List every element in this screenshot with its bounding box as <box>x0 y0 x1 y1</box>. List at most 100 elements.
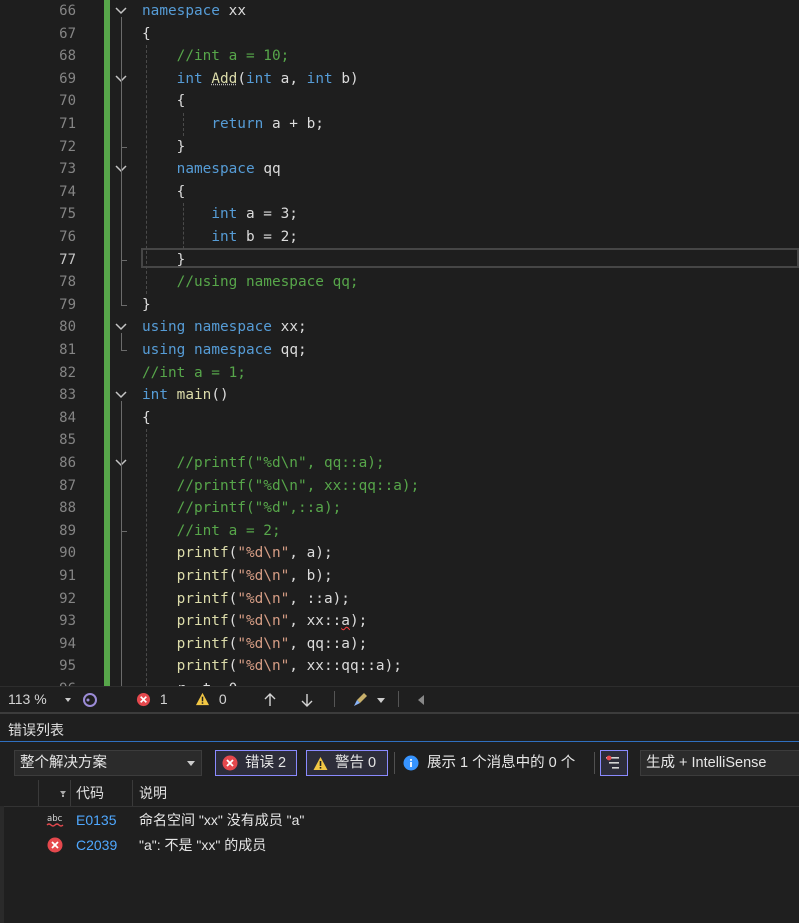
fold-region-end <box>121 304 127 306</box>
code-line[interactable]: 81 using namespace qq; <box>0 339 799 362</box>
error-count: 1 <box>159 691 168 707</box>
error-description: "a": 不是 "xx" 的成员 <box>139 837 267 853</box>
line-number: 70 <box>59 93 76 110</box>
build-source-dropdown[interactable]: 生成 + IntelliSense <box>640 750 799 776</box>
messages-filter-button[interactable]: 展示 1 个消息中的 0 个 <box>400 750 588 776</box>
code-text: //int a = 2; <box>176 522 281 539</box>
code-line[interactable]: 80 using namespace xx; <box>0 316 799 339</box>
code-text: //printf("%d\n", xx::qq::a); <box>176 477 420 494</box>
warnings-filter-button[interactable]: 警告 0 <box>306 750 388 776</box>
scroll-left-icon[interactable] <box>418 687 424 711</box>
code-line[interactable]: 83 int main() <box>0 384 799 407</box>
warnings-filter-label: 警告 0 <box>335 755 377 771</box>
code-text: namespace xx <box>142 3 246 19</box>
error-code[interactable]: C2039 <box>76 833 117 858</box>
error-table-header: 代码 说明 <box>0 780 799 807</box>
fold-region-line <box>121 175 122 260</box>
fold-region-end <box>121 146 127 148</box>
scope-dropdown[interactable]: 整个解决方案 <box>14 750 202 776</box>
code-line[interactable]: 90 printf("%d\n", a); <box>0 542 799 565</box>
code-line[interactable]: 75 int a = 3; <box>0 203 799 226</box>
line-number: 89 <box>59 522 76 539</box>
line-number: 71 <box>59 116 76 132</box>
line-number: 80 <box>59 319 76 336</box>
code-editor[interactable]: 66 namespace xx 67{68 //int a = 10; 69 int … <box>0 0 799 686</box>
code-line[interactable]: 69 int Add(int a, int b) <box>0 68 799 91</box>
error-count-indicator[interactable]: 1 <box>136 687 168 711</box>
line-number: 84 <box>59 409 76 426</box>
table-row[interactable]: C2039 "a": 不是 "xx" 的成员 <box>0 833 799 858</box>
code-line[interactable]: 86 //printf("%d\n", qq::a); <box>0 452 799 475</box>
indent-guide <box>146 429 147 686</box>
line-number: 91 <box>59 568 76 584</box>
code-text: //printf("%d",::a); <box>176 500 342 517</box>
code-text: using namespace xx; <box>142 319 307 336</box>
error-list-panel: 错误列表 整个解决方案 错误 2 警告 0 展示 1 个消息中的 0 个 生成 … <box>0 712 799 923</box>
code-cleanup-icon[interactable] <box>352 687 385 711</box>
line-number: 75 <box>59 206 76 223</box>
code-line[interactable]: 77 } <box>0 249 799 272</box>
code-line[interactable]: 93 printf("%d\n", xx::a); <box>0 610 799 633</box>
code-text: //using namespace qq; <box>176 274 359 291</box>
code-text: namespace qq <box>176 161 281 178</box>
sort-icon[interactable] <box>59 780 67 806</box>
warning-count-indicator[interactable]: 0 <box>195 687 227 711</box>
error-icon <box>47 833 63 858</box>
code-line[interactable]: 72 } <box>0 136 799 159</box>
error-icon <box>136 692 151 707</box>
code-line[interactable]: 94 printf("%d\n", qq::a); <box>0 633 799 656</box>
warning-icon <box>313 757 328 770</box>
line-number: 94 <box>59 635 76 652</box>
zoom-control[interactable]: 113 % <box>8 687 71 711</box>
code-line[interactable]: 67 { <box>0 23 799 46</box>
line-number: 90 <box>59 545 76 562</box>
code-text: printf("%d\n", ::a); <box>176 590 350 607</box>
errors-filter-button[interactable]: 错误 2 <box>215 750 297 776</box>
arrow-up-icon[interactable] <box>263 687 277 711</box>
code-line[interactable]: 85 <box>0 429 799 452</box>
code-text: { <box>142 25 151 42</box>
code-line[interactable]: 92 printf("%d\n", ::a); <box>0 588 799 611</box>
table-row[interactable]: abc E0135 命名空间 "xx" 没有成员 "a" <box>0 808 799 833</box>
code-text: int a = 3; <box>211 206 298 223</box>
code-line[interactable]: 71 return a + b; <box>0 113 799 136</box>
code-line[interactable]: 96 r t 0 <box>0 678 799 686</box>
code-text: printf("%d\n", xx::qq::a); <box>176 658 402 675</box>
svg-text:abc: abc <box>47 814 63 824</box>
code-line[interactable]: 88 //printf("%d",::a); <box>0 497 799 520</box>
line-number: 88 <box>59 500 76 517</box>
error-code[interactable]: E0135 <box>76 808 116 833</box>
error-icon <box>222 755 238 771</box>
code-line[interactable]: 73 namespace qq <box>0 158 799 181</box>
panel-title-divider <box>0 741 799 742</box>
column-header-code[interactable]: 代码 <box>76 780 104 806</box>
zoom-value: 113 % <box>8 691 47 707</box>
code-line[interactable]: 95 printf("%d\n", xx::qq::a); <box>0 655 799 678</box>
status-divider <box>334 691 335 707</box>
code-line[interactable]: 76 int b = 2; <box>0 226 799 249</box>
column-header-description[interactable]: 说明 <box>139 780 167 806</box>
code-line[interactable]: 79} <box>0 294 799 317</box>
filter-options-button[interactable] <box>600 750 628 776</box>
line-number: 68 <box>59 48 76 65</box>
warning-icon <box>195 692 210 706</box>
code-text: //printf("%d\n", qq::a); <box>176 455 385 471</box>
code-line[interactable]: 84 { <box>0 407 799 430</box>
code-line[interactable]: 68 //int a = 10; <box>0 45 799 68</box>
arrow-down-icon[interactable] <box>300 687 314 711</box>
fold-region-end <box>121 350 127 351</box>
code-line[interactable]: 66 namespace xx <box>0 0 799 23</box>
code-text: { <box>176 93 186 110</box>
panel-title: 错误列表 <box>8 722 64 738</box>
code-line[interactable]: 82 //int a = 1; <box>0 362 799 385</box>
chevron-down-icon <box>376 697 385 703</box>
fold-region-line <box>121 401 122 686</box>
code-line[interactable]: 78 //using namespace qq; <box>0 271 799 294</box>
code-line[interactable]: 74 { <box>0 181 799 204</box>
status-divider <box>398 691 399 707</box>
copilot-icon[interactable] <box>82 687 98 711</box>
code-line[interactable]: 70 { <box>0 90 799 113</box>
code-line[interactable]: 91 printf("%d\n", b); <box>0 565 799 588</box>
code-line[interactable]: 89 //int a = 2; <box>0 520 799 543</box>
code-line[interactable]: 87 //printf("%d\n", xx::qq::a); <box>0 475 799 498</box>
